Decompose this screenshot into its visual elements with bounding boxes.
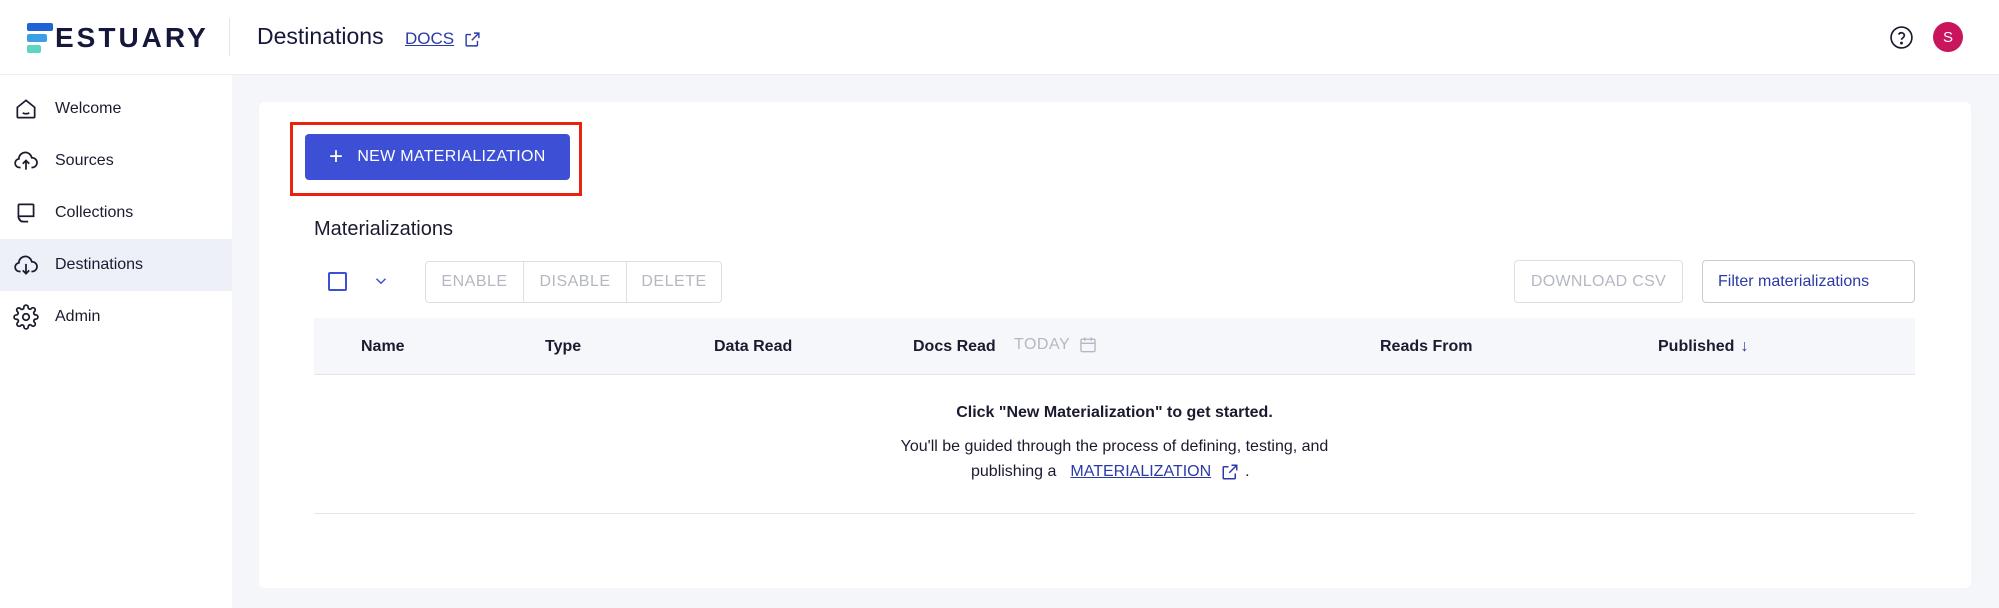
column-header-published-label: Published	[1658, 338, 1735, 355]
docs-link[interactable]: DOCS	[405, 29, 481, 49]
bulk-action-group: ENABLE DISABLE DELETE	[425, 261, 722, 303]
empty-state-title: Click "New Materialization" to get start…	[956, 404, 1273, 421]
filter-materializations-input[interactable]	[1702, 260, 1915, 303]
docs-link-label: DOCS	[405, 29, 455, 48]
enable-button[interactable]: ENABLE	[426, 262, 523, 302]
materialization-link-label: MATERIALIZATION	[1070, 463, 1212, 480]
table-bottom-divider	[314, 513, 1915, 514]
column-header-data-read[interactable]: Data Read	[714, 338, 792, 356]
empty-state-prefix: publishing a	[971, 463, 1057, 480]
column-header-type[interactable]: Type	[545, 338, 581, 356]
calendar-icon	[1080, 337, 1096, 353]
sidebar-item-welcome[interactable]: Welcome	[0, 83, 232, 135]
empty-state-suffix: .	[1245, 463, 1250, 480]
sidebar-item-collections[interactable]: Collections	[0, 187, 232, 239]
logo-mark-icon	[27, 23, 53, 53]
sidebar-item-label: Welcome	[55, 100, 122, 117]
column-header-docs-read[interactable]: Docs Read	[913, 338, 996, 356]
cloud-upload-icon	[14, 151, 38, 170]
sidebar-item-label: Destinations	[55, 256, 144, 273]
date-range-label: TODAY	[1014, 336, 1071, 353]
estuary-logo[interactable]: ESTUARY	[27, 22, 209, 54]
sidebar-item-sources[interactable]: Sources	[0, 135, 232, 187]
sidebar-item-destinations[interactable]: Destinations	[0, 239, 232, 291]
new-materialization-button[interactable]: + NEW MATERIALIZATION	[305, 134, 570, 180]
new-materialization-label: NEW MATERIALIZATION	[357, 148, 546, 165]
help-icon[interactable]	[1889, 25, 1914, 50]
empty-state-description: You'll be guided through the process of …	[900, 438, 1329, 455]
select-all-checkbox[interactable]	[328, 272, 347, 291]
sort-descending-icon: ↓	[1740, 338, 1749, 355]
column-header-published[interactable]: Published ↓	[1658, 338, 1748, 356]
column-header-reads-from[interactable]: Reads From	[1380, 338, 1472, 356]
sidebar: Welcome Sources Collections Destinations…	[0, 75, 232, 608]
avatar[interactable]: S	[1933, 22, 1963, 52]
sidebar-item-label: Collections	[55, 204, 134, 221]
plus-icon: +	[329, 143, 344, 170]
external-link-icon	[465, 31, 480, 47]
home-icon	[16, 99, 36, 119]
empty-state-description-2: publishing a MATERIALIZATION .	[971, 463, 1250, 481]
top-header: ESTUARY Destinations DOCS S	[0, 0, 1999, 75]
section-title: Materializations	[314, 218, 453, 240]
table-header: Name Type Data Read Docs Read TODAY Read…	[314, 318, 1915, 375]
sidebar-item-label: Sources	[55, 152, 114, 169]
sidebar-item-label: Admin	[55, 308, 101, 325]
delete-button[interactable]: DELETE	[626, 262, 721, 302]
materialization-docs-link[interactable]: MATERIALIZATION	[1070, 463, 1239, 481]
date-range-picker[interactable]: TODAY	[1014, 335, 1098, 355]
collections-icon	[17, 203, 35, 223]
download-csv-button[interactable]: DOWNLOAD CSV	[1514, 260, 1683, 303]
gear-icon	[13, 304, 39, 330]
page-title: Destinations	[257, 23, 384, 49]
external-link-icon	[1222, 464, 1238, 480]
disable-button[interactable]: DISABLE	[523, 262, 626, 302]
column-header-name[interactable]: Name	[361, 338, 405, 356]
header-divider	[229, 18, 230, 56]
sidebar-item-admin[interactable]: Admin	[0, 291, 232, 343]
chevron-down-icon[interactable]	[372, 272, 390, 290]
cloud-download-icon	[14, 255, 38, 275]
logo-text: ESTUARY	[55, 22, 209, 53]
